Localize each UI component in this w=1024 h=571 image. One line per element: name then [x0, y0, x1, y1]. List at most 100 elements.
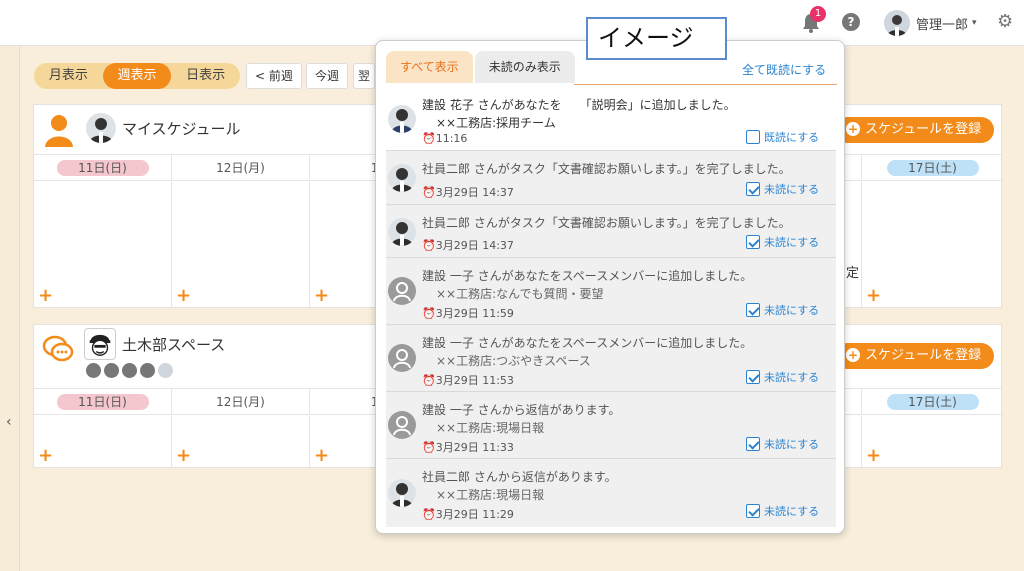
clock-icon: ⏰ [422, 307, 436, 320]
this-week-button[interactable]: 今週 [306, 63, 349, 89]
notification-message: 建設 一子 さんから返信があります。 [422, 403, 621, 417]
notification-time: ⏰3月29日 14:37 [422, 239, 514, 252]
day-header: 11日(日) [34, 155, 172, 180]
checkbox-icon[interactable] [746, 437, 760, 451]
notification-time: ⏰3月29日 11:29 [422, 508, 514, 521]
space-avatar [84, 328, 116, 360]
notification-item[interactable]: 社員二郎 さんがタスク「文書確認お願いします。」を完了しました。 ⏰3月29日 … [386, 151, 836, 205]
sidebar-collapse-strip[interactable]: ‹ [0, 46, 20, 571]
day-cell[interactable]: + [172, 182, 310, 308]
notification-item[interactable]: 建設 一子 さんがあなたをスペースメンバーに追加しました。 ××工務店:なんでも… [386, 258, 836, 325]
mark-unread-label[interactable]: 未読にする [764, 436, 819, 452]
checkbox-icon[interactable] [746, 235, 760, 249]
add-event-icon[interactable]: + [866, 445, 881, 466]
tab-all[interactable]: すべて表示 [386, 51, 473, 83]
clock-icon: ⏰ [422, 239, 436, 252]
mark-unread-label[interactable]: 未読にする [764, 234, 819, 250]
register-schedule-button[interactable]: + スケジュールを登録 [834, 117, 994, 143]
add-event-icon[interactable]: + [866, 285, 881, 306]
day-label: 11日(日) [56, 160, 149, 176]
notification-time: ⏰3月29日 11:33 [422, 441, 514, 454]
day-label: 17日(土) [886, 160, 979, 176]
day-header: 17日(土) [862, 389, 1003, 414]
next-week-button[interactable]: 翌 [353, 63, 375, 89]
day-label: 12日(月) [216, 161, 265, 175]
member-avatar [140, 363, 155, 378]
mark-unread-label[interactable]: 未読にする [764, 369, 819, 385]
plus-icon: + [846, 122, 860, 136]
notification-item[interactable]: 社員二郎 さんから返信があります。 ××工務店:現場日報 ⏰3月29日 11:2… [386, 459, 836, 527]
day-cell[interactable]: + [34, 416, 172, 468]
clock-icon: ⏰ [422, 186, 436, 199]
help-icon[interactable]: ? [842, 13, 860, 31]
add-event-icon[interactable]: + [38, 285, 53, 306]
mark-unread-toggle[interactable]: 未読にする [746, 302, 819, 318]
member-avatar [122, 363, 137, 378]
mark-unread-toggle[interactable]: 未読にする [746, 369, 819, 385]
mark-unread-label[interactable]: 未読にする [764, 181, 819, 197]
notification-item[interactable]: 建設 一子 さんから返信があります。 ××工務店:現場日報 ⏰3月29日 11:… [386, 392, 836, 459]
day-cell[interactable]: + [862, 182, 1003, 308]
mark-unread-toggle[interactable]: 未読にする [746, 503, 819, 519]
notification-message: 建設 花子 さんがあなたを 「説明会」に追加しました。 [422, 98, 736, 112]
checkbox-icon[interactable] [746, 182, 760, 196]
notification-bell[interactable]: 1 [800, 6, 826, 34]
prev-week-button[interactable]: < 前週 [246, 63, 302, 89]
week-view-button[interactable]: 週表示 [102, 63, 172, 89]
day-label: 12日(月) [216, 395, 265, 409]
add-event-icon[interactable]: + [314, 285, 329, 306]
chevron-down-icon: ▾ [972, 18, 977, 28]
chat-bubbles-icon [42, 335, 74, 362]
mark-unread-label[interactable]: 未読にする [764, 503, 819, 519]
event-label[interactable]: 定 [846, 262, 859, 281]
day-view-button[interactable]: 日表示 [171, 63, 240, 89]
add-event-icon[interactable]: + [38, 445, 53, 466]
mark-unread-label[interactable]: 未読にする [764, 302, 819, 318]
member-avatar [86, 363, 101, 378]
tab-unread[interactable]: 未読のみ表示 [474, 51, 575, 83]
user-menu[interactable]: 管理一郎 ▾ [884, 9, 977, 37]
user-avatar [388, 218, 416, 246]
mark-all-read-link[interactable]: 全て既読にする [742, 61, 826, 78]
mark-read-toggle[interactable]: 既読にする [746, 129, 819, 145]
user-avatar [86, 113, 116, 143]
day-cell[interactable]: + [172, 416, 310, 468]
chevron-left-icon[interactable]: ‹ [6, 414, 12, 430]
day-cell[interactable]: + [34, 182, 172, 308]
day-label: 11日(日) [56, 394, 149, 410]
member-avatars[interactable] [86, 363, 173, 378]
mark-read-label[interactable]: 既読にする [764, 129, 819, 145]
add-event-icon[interactable]: + [314, 445, 329, 466]
user-avatar [884, 10, 910, 36]
day-header: 17日(土) [862, 155, 1003, 180]
day-header: 12日(月) [172, 155, 310, 180]
day-header: 11日(日) [34, 389, 172, 414]
notification-space: ××工務店:なんでも質問・要望 [436, 287, 604, 301]
mark-unread-toggle[interactable]: 未読にする [746, 234, 819, 250]
mark-unread-toggle[interactable]: 未読にする [746, 181, 819, 197]
add-event-icon[interactable]: + [176, 445, 191, 466]
notification-space: ××工務店:採用チーム [436, 116, 556, 130]
checkbox-icon[interactable] [746, 370, 760, 384]
notification-message: 建設 一子 さんがあなたをスペースメンバーに追加しました。 [422, 269, 753, 283]
notification-time: ⏰3月29日 14:37 [422, 186, 514, 199]
mark-unread-toggle[interactable]: 未読にする [746, 436, 819, 452]
add-event-icon[interactable]: + [176, 285, 191, 306]
register-schedule-label: スケジュールを登録 [865, 348, 982, 363]
checkbox-icon[interactable] [746, 504, 760, 518]
panel-title: マイスケジュール [122, 120, 241, 138]
day-cell[interactable]: + [862, 416, 1003, 468]
default-user-icon [388, 344, 416, 372]
notification-item[interactable]: 社員二郎 さんがタスク「文書確認お願いします。」を完了しました。 ⏰3月29日 … [386, 205, 836, 258]
checkbox-icon[interactable] [746, 303, 760, 317]
notification-list: 建設 花子 さんがあなたを 「説明会」に追加しました。 ××工務店:採用チーム … [386, 87, 836, 527]
register-schedule-button[interactable]: + スケジュールを登録 [834, 343, 994, 369]
notification-item[interactable]: 建設 一子 さんがあなたをスペースメンバーに追加しました。 ××工務店:つぶやき… [386, 325, 836, 392]
checkbox-icon[interactable] [746, 130, 760, 144]
member-avatar [104, 363, 119, 378]
gear-icon[interactable]: ⚙ [997, 12, 1013, 32]
tab-divider [574, 84, 837, 85]
month-view-button[interactable]: 月表示 [34, 63, 103, 89]
default-user-icon [388, 411, 416, 439]
notification-item[interactable]: 建設 花子 さんがあなたを 「説明会」に追加しました。 ××工務店:採用チーム … [386, 87, 836, 151]
